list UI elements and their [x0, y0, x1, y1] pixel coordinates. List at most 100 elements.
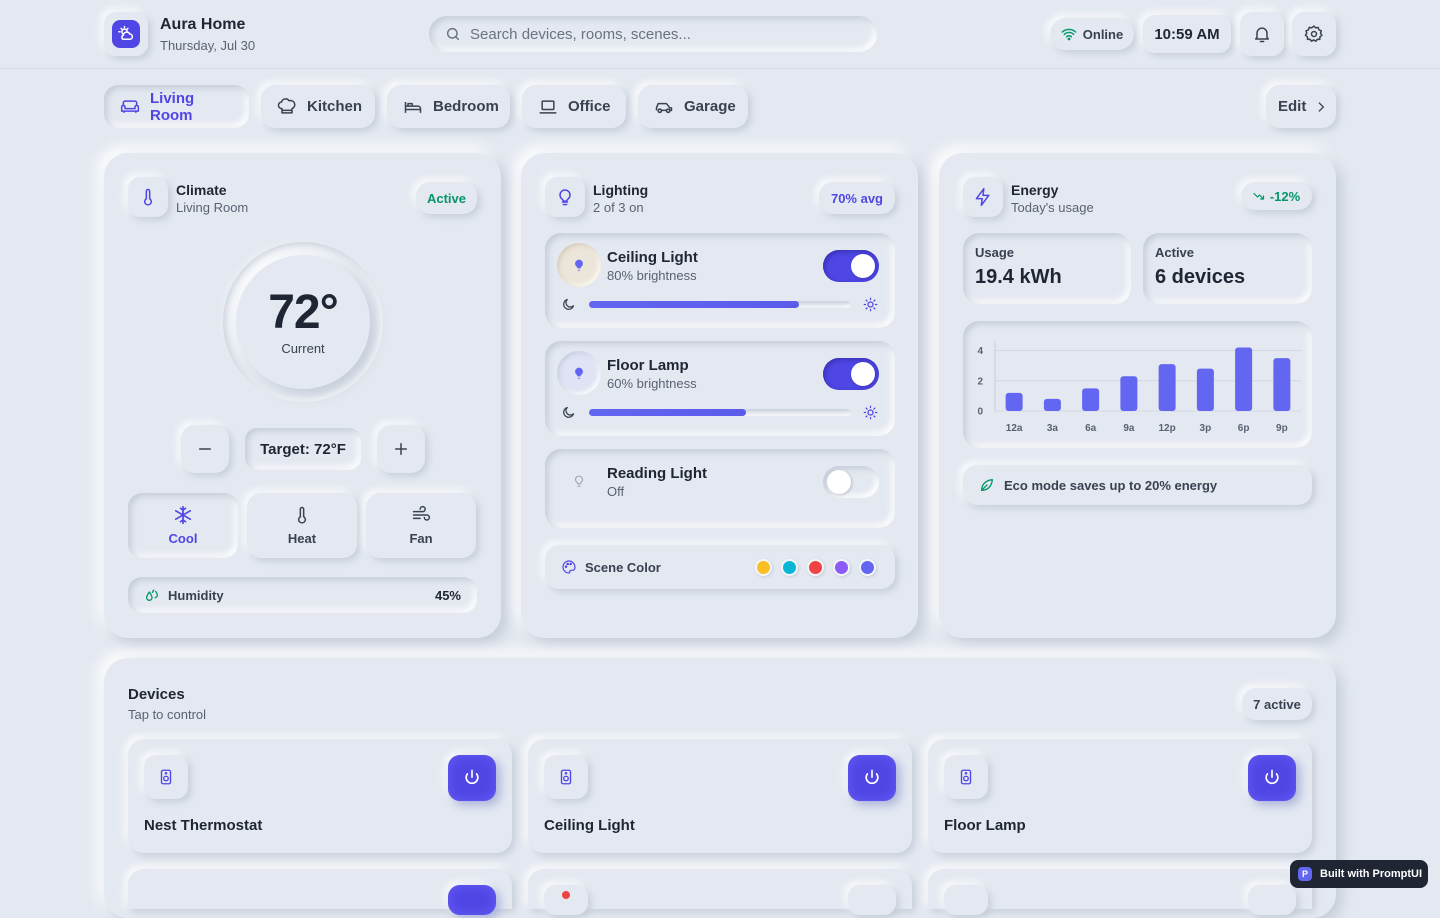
power-button[interactable] [848, 755, 896, 801]
decrease-temp-button[interactable] [181, 425, 229, 473]
tab-bedroom[interactable]: Bedroom [387, 85, 510, 128]
edit-label: Edit [1278, 98, 1307, 115]
tab-label: Garage [684, 98, 736, 115]
top-bar: Aura Home Thursday, Jul 30 Online 10:59 … [0, 0, 1440, 69]
mode-label: Fan [409, 531, 433, 546]
device-name: Floor Lamp [944, 817, 1026, 834]
app-logo[interactable] [104, 12, 148, 56]
tab-living-room[interactable]: Living Room [104, 85, 249, 128]
device-card-partial[interactable] [928, 869, 1312, 915]
clock: 10:59 AM [1143, 15, 1231, 53]
power-button[interactable] [448, 885, 496, 915]
scene-color-swatch[interactable] [755, 559, 772, 576]
y-tick-label: 0 [977, 407, 983, 418]
chevron-right-icon [1314, 100, 1328, 114]
search-input[interactable] [470, 25, 850, 43]
scene-label: Scene Color [585, 559, 661, 575]
trending-down-icon [1253, 190, 1265, 202]
device-name: Nest Thermostat [144, 817, 263, 834]
wifi-icon [1061, 26, 1077, 42]
energy-bar-chart: 0 2 4 12a 3a 6a 9a 12p 3p 6p 9p [977, 341, 1301, 434]
moon-icon [561, 405, 576, 420]
power-button[interactable] [848, 885, 896, 915]
power-icon [862, 768, 882, 788]
active-value: 6 devices [1155, 266, 1246, 288]
notifications-button[interactable] [1240, 12, 1284, 56]
reading-light-toggle[interactable] [823, 466, 879, 498]
badge-label: Built with PromptUI [1320, 868, 1423, 880]
brightness-slider[interactable] [589, 301, 851, 308]
current-temperature: 72° [268, 285, 339, 339]
connection-status: Online [1050, 18, 1134, 50]
device-card-nest-thermostat[interactable]: Nest Thermostat [128, 739, 512, 853]
moon-icon [561, 297, 576, 312]
device-card-partial[interactable] [128, 869, 512, 915]
ceiling-light-toggle[interactable] [823, 250, 879, 282]
x-tick-label: 9p [1276, 423, 1288, 434]
brightness-slider[interactable] [589, 409, 851, 416]
device-card-floor-lamp[interactable]: Floor Lamp [928, 739, 1312, 853]
climate-status-badge: Active [416, 182, 477, 214]
brightness-fill [589, 301, 799, 308]
tab-garage[interactable]: Garage [638, 85, 748, 128]
built-with-badge[interactable]: P Built with PromptUI [1290, 860, 1428, 888]
usage-label: Usage [975, 245, 1015, 260]
mode-fan-button[interactable]: Fan [366, 493, 476, 558]
device-card-partial[interactable] [528, 869, 912, 915]
snowflake-icon [173, 505, 193, 525]
lightbulb-icon [557, 243, 601, 287]
x-tick-label: 12a [1006, 423, 1023, 434]
light-status: Off [607, 484, 625, 499]
speaker-icon [944, 755, 988, 799]
energy-subtitle: Today's usage [1011, 200, 1094, 215]
tab-office[interactable]: Office [522, 85, 626, 128]
energy-bar [1120, 376, 1138, 411]
power-button[interactable] [1248, 755, 1296, 801]
settings-button[interactable] [1292, 12, 1336, 56]
mode-cool-button[interactable]: Cool [128, 493, 238, 558]
speaker-icon [544, 755, 588, 799]
x-tick-label: 6a [1085, 423, 1097, 434]
scene-color-swatch[interactable] [781, 559, 798, 576]
humidity-value: 45% [434, 587, 461, 603]
power-icon [462, 768, 482, 788]
tab-kitchen[interactable]: Kitchen [261, 85, 375, 128]
search-bar[interactable] [429, 16, 877, 52]
scene-color-swatch[interactable] [859, 559, 876, 576]
usage-stat: Usage 19.4 kWh [963, 233, 1131, 304]
minus-icon [196, 440, 214, 458]
app-title: Aura Home [160, 16, 246, 33]
lighting-title: Lighting [593, 182, 649, 198]
sofa-icon [120, 97, 140, 117]
edit-rooms-button[interactable]: Edit [1266, 85, 1336, 128]
energy-bar [1043, 398, 1061, 411]
light-item-reading: Reading Light Off [545, 449, 895, 528]
devices-subtitle: Tap to control [128, 707, 207, 722]
humidity-label: Humidity [168, 587, 224, 603]
power-button[interactable] [1248, 885, 1296, 915]
brightness-fill [589, 409, 747, 416]
usage-value: 19.4 kWh [975, 266, 1062, 288]
climate-title: Climate [176, 182, 227, 198]
device-card-ceiling-light[interactable]: Ceiling Light [528, 739, 912, 853]
light-status: 80% brightness [607, 268, 697, 283]
power-button[interactable] [448, 755, 496, 801]
light-name: Floor Lamp [607, 357, 689, 374]
lightbulb-icon [557, 351, 601, 395]
car-icon [654, 97, 674, 117]
current-date: Thursday, Jul 30 [160, 38, 256, 53]
device-name: Ceiling Light [544, 817, 635, 834]
mode-label: Heat [287, 531, 317, 546]
gear-icon [1304, 24, 1324, 44]
mode-heat-button[interactable]: Heat [247, 493, 357, 558]
active-devices-badge: 7 active [1242, 688, 1312, 720]
lighting-average-badge: 70% avg [819, 182, 895, 214]
scene-color-swatch[interactable] [833, 559, 850, 576]
increase-temp-button[interactable] [377, 425, 425, 473]
speaker-icon [144, 755, 188, 799]
light-name: Reading Light [607, 465, 707, 482]
bed-icon [403, 97, 423, 117]
floor-lamp-toggle[interactable] [823, 358, 879, 390]
eco-text: Eco mode saves up to 20% energy [1004, 477, 1218, 493]
scene-color-swatch[interactable] [807, 559, 824, 576]
